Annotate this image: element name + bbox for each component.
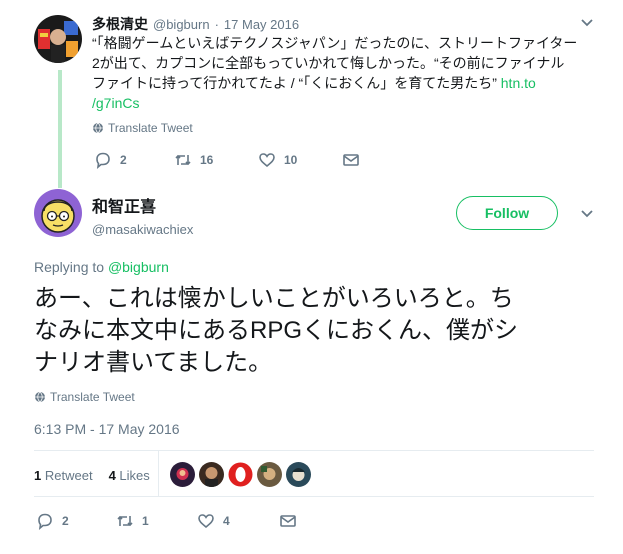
like-count: 10 <box>284 153 298 167</box>
chevron-down-icon[interactable] <box>580 16 594 30</box>
retweet-button[interactable]: 16 <box>174 151 258 169</box>
thread-connector-line <box>58 70 62 188</box>
tweet-text-line: 2が出て、カプコンに全部もっていかれて悔しかった。“その前にファイナル <box>92 55 565 71</box>
main-tweet-text: あー、これは懐かしいことがいろいろと。ち なみに本文中にあるRPGくにおくん、僕… <box>34 283 594 379</box>
main-tweet-actions: 2 1 4 <box>36 512 297 530</box>
avatar-bigburn[interactable] <box>34 15 82 63</box>
tweet-text-line: ナリオ書いてました。 <box>34 349 273 376</box>
tweet-stats: 1 Retweet 4 Likes <box>34 463 150 488</box>
avatar-image <box>34 15 82 63</box>
reply-icon <box>38 513 52 530</box>
tweet-timestamp[interactable]: 6:13 PM - 17 May 2016 <box>34 421 180 437</box>
envelope-icon <box>343 154 359 166</box>
likes-label: Likes <box>119 468 150 483</box>
tweet-link[interactable]: htn.to <box>501 75 536 91</box>
author-name[interactable]: 多根清史 <box>92 14 148 34</box>
avatar-image <box>34 189 82 237</box>
like-count: 4 <box>223 514 230 528</box>
tweet-text-line: “「格闘ゲームといえばテクノスジャパン」だったのに、ストリートファイター <box>92 35 578 51</box>
likes-stat[interactable]: 4 Likes <box>109 468 150 483</box>
replying-handle-link[interactable]: @bigburn <box>108 259 169 275</box>
liker-avatar[interactable] <box>170 462 195 487</box>
main-tweet-author: 和智正喜 @masakiwachiex <box>92 193 193 237</box>
parent-tweet-header: 多根清史 @bigburn · 17 May 2016 <box>92 14 299 34</box>
parent-tweet-text: “「格闘ゲームといえばテクノスジャパン」だったのに、ストリートファイター 2が出… <box>92 33 602 113</box>
reply-button[interactable]: 2 <box>94 151 174 169</box>
liker-avatar[interactable] <box>199 462 224 487</box>
chevron-down-icon[interactable] <box>580 207 594 221</box>
retweet-count: 16 <box>200 153 214 167</box>
translate-tweet-link[interactable]: Translate Tweet <box>92 121 193 135</box>
divider <box>34 450 594 451</box>
divider <box>34 496 594 497</box>
like-button[interactable]: 4 <box>197 512 279 530</box>
retweets-count: 1 <box>34 468 42 483</box>
retweet-button[interactable]: 1 <box>116 512 197 530</box>
author-handle[interactable]: @bigburn <box>153 17 210 32</box>
retweet-count: 1 <box>142 514 149 528</box>
reply-count: 2 <box>62 514 69 528</box>
author-handle[interactable]: @masakiwachiex <box>92 222 193 237</box>
tweet-text-line: なみに本文中にあるRPGくにおくん、僕がシ <box>34 317 519 344</box>
translate-tweet-link[interactable]: Translate Tweet <box>34 390 135 404</box>
reply-button[interactable]: 2 <box>36 512 116 530</box>
header-separator: · <box>214 17 219 32</box>
retweets-label: Retweet <box>44 468 93 483</box>
retweet-icon <box>175 154 191 166</box>
tweet-text-segment: ファイトに持って行かれてたよ / “「くにおくん」を育てた男たち” <box>92 75 501 91</box>
direct-message-button[interactable] <box>342 151 360 169</box>
tweet-text-line: /g7inCs <box>92 93 602 113</box>
tweet-date[interactable]: 17 May 2016 <box>224 17 299 32</box>
reply-icon <box>96 152 110 169</box>
tweet-text-line: あー、これは懐かしいことがいろいろと。ち <box>34 285 514 312</box>
heart-icon <box>198 514 214 529</box>
author-name[interactable]: 和智正喜 <box>92 193 193 217</box>
likes-count: 4 <box>108 468 116 483</box>
globe-icon <box>35 391 45 403</box>
translate-label: Translate Tweet <box>50 390 135 404</box>
liker-avatar[interactable] <box>228 462 253 487</box>
direct-message-button[interactable] <box>279 512 297 530</box>
stats-divider <box>158 450 159 497</box>
translate-label: Translate Tweet <box>108 121 193 135</box>
tweet-link-continuation[interactable]: /g7inCs <box>92 95 139 111</box>
liker-avatars <box>170 462 311 487</box>
follow-button[interactable]: Follow <box>456 196 558 230</box>
parent-tweet-actions: 2 16 10 <box>94 151 360 169</box>
retweet-icon <box>117 515 133 527</box>
liker-avatar[interactable] <box>286 462 311 487</box>
reply-count: 2 <box>120 153 127 167</box>
replying-to: Replying to @bigburn <box>34 259 169 275</box>
tweet-text-line: ファイトに持って行かれてたよ / “「くにおくん」を育てた男たち” htn.to <box>92 73 602 93</box>
heart-icon <box>259 153 275 168</box>
globe-icon <box>93 122 103 134</box>
avatar-masakiwachiex[interactable] <box>34 189 82 237</box>
envelope-icon <box>280 515 296 527</box>
retweets-stat[interactable]: 1 Retweet <box>34 468 93 483</box>
liker-avatar[interactable] <box>257 462 282 487</box>
like-button[interactable]: 10 <box>258 151 342 169</box>
replying-prefix: Replying to <box>34 259 105 275</box>
